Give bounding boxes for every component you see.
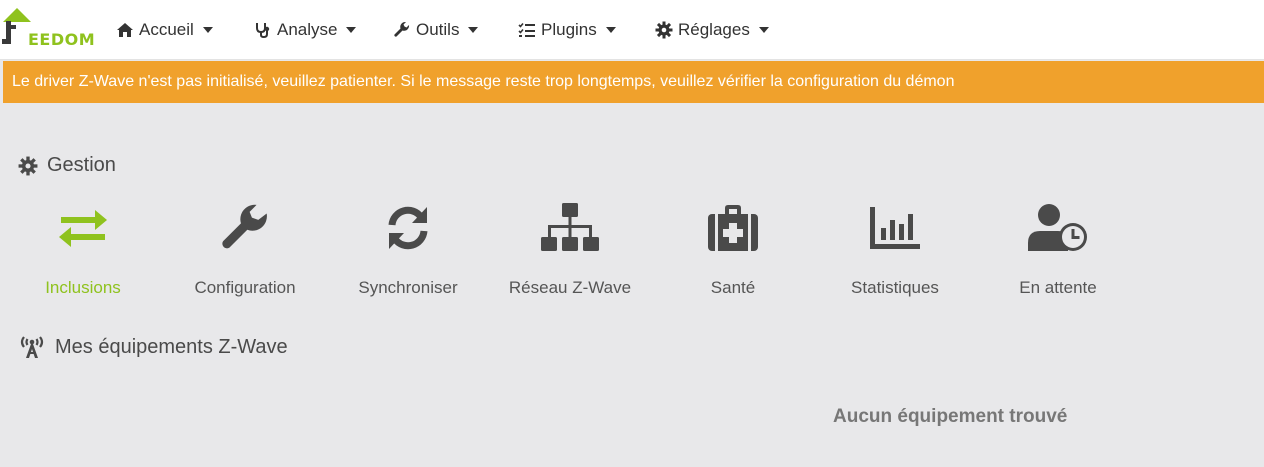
nav-label: Accueil <box>139 20 194 39</box>
nav-label: Analyse <box>277 20 338 39</box>
tile-inclusions[interactable]: Inclusions <box>13 196 153 306</box>
user-clock-icon <box>1028 204 1087 251</box>
tile-synchroniser[interactable]: Synchroniser <box>338 196 478 306</box>
tile-en-attente[interactable]: En attente <box>988 196 1128 306</box>
network-icon <box>541 203 599 251</box>
nav-reglages[interactable]: Réglages <box>655 18 769 42</box>
tile-label: Statistiques <box>851 278 939 297</box>
nav-accueil[interactable]: Accueil <box>116 18 213 42</box>
tile-statistiques[interactable]: Statistiques <box>825 196 965 306</box>
bar-chart-icon <box>870 207 920 249</box>
section-title-text: Gestion <box>47 154 116 176</box>
sync-icon <box>388 206 428 250</box>
tasks-icon <box>518 22 535 37</box>
equipments-title: Mes équipements Z-Wave <box>18 335 288 359</box>
tile-label: Configuration <box>194 278 296 297</box>
logo-text: EEDOM <box>28 30 96 49</box>
gear-icon <box>655 21 673 39</box>
wrench-icon <box>222 204 267 249</box>
empty-equipment-message: Aucun équipement trouvé <box>833 406 1068 427</box>
nav-label: Outils <box>416 20 460 39</box>
stethoscope-icon <box>256 23 270 39</box>
tile-reseau-zwave[interactable]: Réseau Z-Wave <box>500 196 640 306</box>
nav-outils[interactable]: Outils <box>393 18 479 42</box>
jeedom-logo[interactable]: EEDOM <box>0 4 96 49</box>
exchange-arrows-icon <box>59 210 107 247</box>
top-navbar: EEDOM Accueil Analyse Outils Plugins Rég… <box>0 0 1264 60</box>
tile-label: Synchroniser <box>358 278 458 297</box>
wrench-icon <box>394 21 410 37</box>
tile-label: Santé <box>710 278 756 297</box>
broadcast-tower-icon <box>20 336 44 358</box>
caret-down-icon <box>468 27 479 33</box>
tile-label: En attente <box>1019 278 1097 297</box>
home-icon <box>117 23 133 37</box>
tile-label: Réseau Z-Wave <box>508 278 632 297</box>
gestion-title: Gestion <box>18 154 116 177</box>
daemon-warning-alert: Le driver Z-Wave n'est pas initialisé, v… <box>3 61 1264 103</box>
section-title-text: Mes équipements Z-Wave <box>55 335 288 358</box>
medkit-icon <box>708 205 758 251</box>
caret-down-icon <box>758 27 769 33</box>
nav-label: Réglages <box>678 20 750 39</box>
caret-down-icon <box>346 27 357 33</box>
nav-label: Plugins <box>541 20 597 39</box>
gear-icon <box>18 156 38 175</box>
nav-analyse[interactable]: Analyse <box>254 18 357 42</box>
tile-configuration[interactable]: Configuration <box>175 196 315 306</box>
caret-down-icon <box>605 27 616 33</box>
tile-label: Inclusions <box>45 278 121 297</box>
caret-down-icon <box>202 27 213 33</box>
tile-sante[interactable]: Santé <box>663 196 803 306</box>
nav-plugins[interactable]: Plugins <box>518 18 616 42</box>
